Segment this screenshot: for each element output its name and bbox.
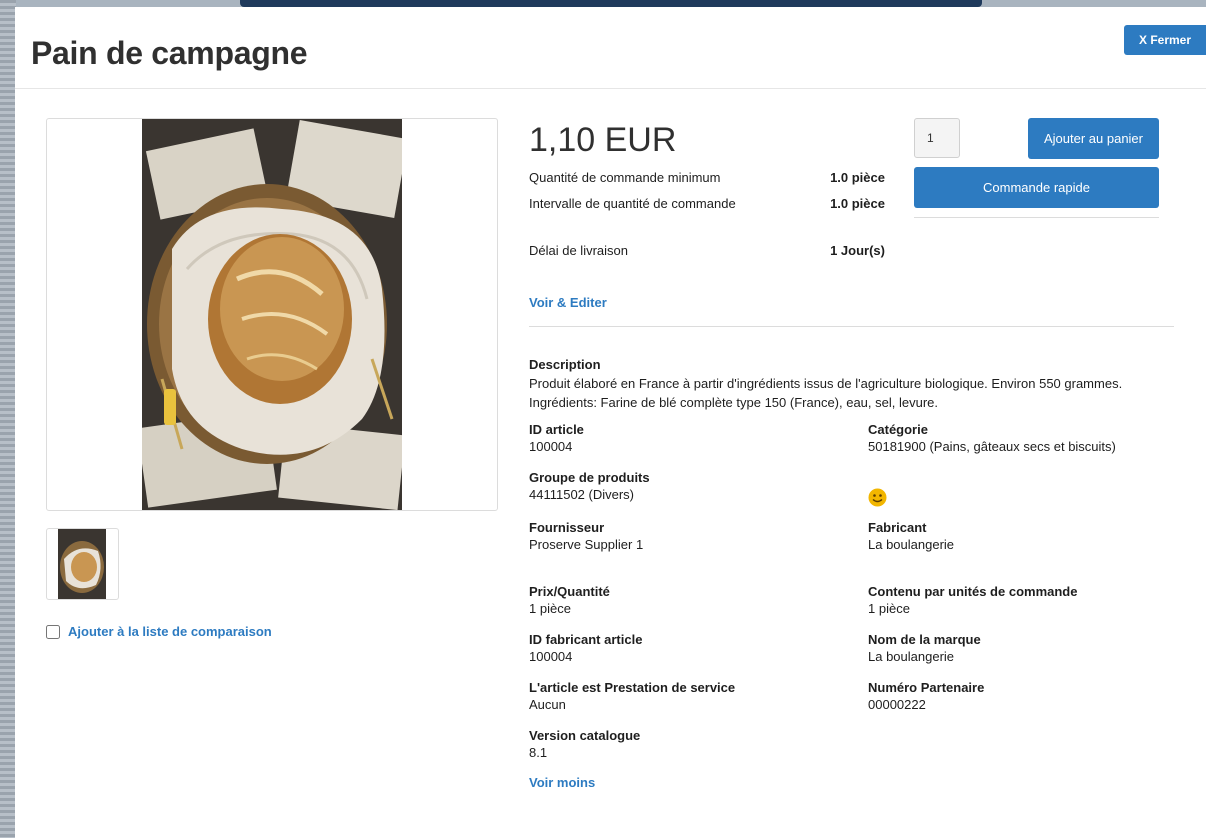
attr-value: Proserve Supplier 1 xyxy=(529,537,644,552)
interval-label: Intervalle de quantité de commande xyxy=(529,196,736,211)
attr-label: L'article est Prestation de service xyxy=(529,680,736,695)
attr-value: 100004 xyxy=(529,649,573,664)
thumbnail-item[interactable] xyxy=(46,528,119,600)
close-button[interactable]: X Fermer xyxy=(1124,25,1206,55)
attr-label: Contenu par unités de commande xyxy=(868,584,1078,599)
attr-label: Numéro Partenaire xyxy=(868,680,985,695)
product-title: Pain de campagne xyxy=(31,35,308,71)
attr-supplier: Fournisseur Proserve Supplier 1 xyxy=(529,519,849,553)
attr-label: ID fabricant article xyxy=(529,632,643,647)
button-divider xyxy=(914,217,1159,218)
thumbnail-image xyxy=(58,529,106,599)
attr-label: Fournisseur xyxy=(529,520,605,535)
attr-label: ID article xyxy=(529,422,584,437)
quick-order-button[interactable]: Commande rapide xyxy=(914,167,1159,208)
attr-value: 1 pièce xyxy=(529,601,571,616)
smiley-icon xyxy=(868,488,887,507)
attr-value: 100004 xyxy=(529,439,573,454)
attr-price-qty: Prix/Quantité 1 pièce xyxy=(529,583,849,617)
attr-value: 44111502 (Divers) xyxy=(529,487,635,502)
add-to-cart-button[interactable]: Ajouter au panier xyxy=(1028,118,1159,159)
interval-value: 1.0 pièce xyxy=(830,196,885,211)
attr-value: 50181900 (Pains, gâteaux secs et biscuit… xyxy=(868,439,1116,454)
attr-value: La boulangerie xyxy=(868,649,955,664)
attr-product-group: Groupe de produits 44111502 (Divers) xyxy=(529,469,849,503)
attr-content-per-unit: Contenu par unités de commande 1 pièce xyxy=(868,583,1188,617)
description-title: Description xyxy=(529,357,601,372)
description-text: Produit élaboré en France à partir d'ing… xyxy=(529,376,1123,410)
attr-catalog-version: Version catalogue 8.1 xyxy=(529,727,849,761)
delivery-row: Délai de livraison 1 Jour(s) xyxy=(529,243,885,258)
delivery-value: 1 Jour(s) xyxy=(830,243,885,258)
attr-value: 1 pièce xyxy=(868,601,910,616)
attr-label: Catégorie xyxy=(868,422,928,437)
attr-service: L'article est Prestation de service Aucu… xyxy=(529,679,849,713)
min-qty-row: Quantité de commande minimum 1.0 pièce xyxy=(529,170,885,185)
edit-link[interactable]: Voir & Editer xyxy=(529,295,607,310)
attr-label: Version catalogue xyxy=(529,728,641,743)
attr-label: Groupe de produits xyxy=(529,470,650,485)
attr-value: La boulangerie xyxy=(868,537,955,552)
header-divider xyxy=(15,88,1206,89)
min-qty-value: 1.0 pièce xyxy=(830,170,885,185)
top-bar xyxy=(240,0,982,7)
attr-label: Prix/Quantité xyxy=(529,584,610,599)
section-divider xyxy=(529,326,1174,327)
attr-brand-name: Nom de la marque La boulangerie xyxy=(868,631,1188,665)
attr-label: Fabricant xyxy=(868,520,927,535)
attr-article-id: ID article 100004 xyxy=(529,421,849,455)
attr-value: 00000222 xyxy=(868,697,926,712)
attr-value: Aucun xyxy=(529,697,566,712)
attr-value: 8.1 xyxy=(529,745,548,760)
product-image xyxy=(142,119,402,510)
attr-partner-number: Numéro Partenaire 00000222 xyxy=(868,679,1188,713)
quantity-input[interactable] xyxy=(914,118,960,158)
min-qty-label: Quantité de commande minimum xyxy=(529,170,721,185)
attr-manufacturer: Fabricant La boulangerie xyxy=(868,519,1188,553)
delivery-label: Délai de livraison xyxy=(529,243,628,258)
compare-option[interactable]: Ajouter à la liste de comparaison xyxy=(46,624,272,639)
compare-label[interactable]: Ajouter à la liste de comparaison xyxy=(68,624,272,639)
product-image-frame xyxy=(46,118,498,511)
attr-label: Nom de la marque xyxy=(868,632,981,647)
see-less-link[interactable]: Voir moins xyxy=(529,775,595,790)
product-modal: Pain de campagne X Fermer Ajouter à la l… xyxy=(15,7,1206,838)
attr-manufacturer-article-id: ID fabricant article 100004 xyxy=(529,631,849,665)
compare-checkbox[interactable] xyxy=(46,624,60,639)
backdrop xyxy=(0,0,16,838)
interval-row: Intervalle de quantité de commande 1.0 p… xyxy=(529,196,885,211)
price: 1,10 EUR xyxy=(529,121,677,159)
attr-category: Catégorie 50181900 (Pains, gâteaux secs … xyxy=(868,421,1188,455)
